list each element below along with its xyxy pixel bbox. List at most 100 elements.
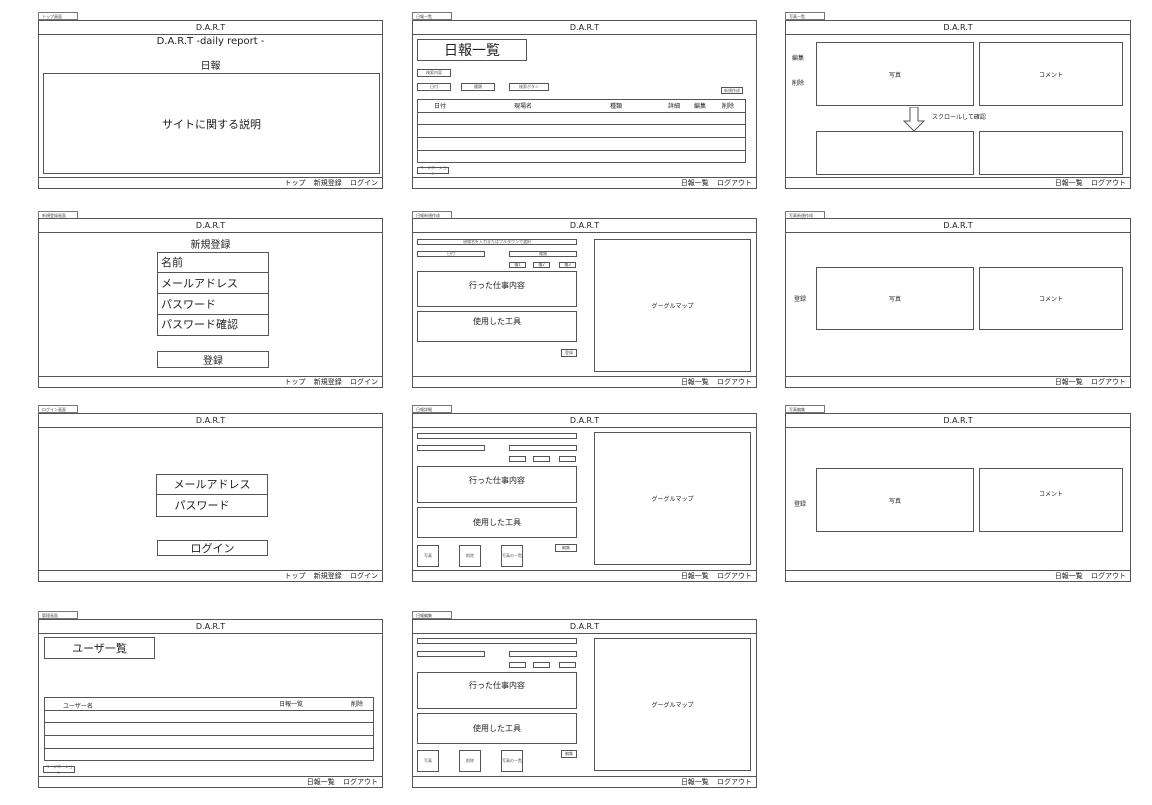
work-content-display: 行った仕事内容 (417, 466, 577, 503)
work-content-field[interactable]: 行った仕事内容 (417, 672, 577, 709)
comment-field[interactable]: コメント (979, 267, 1123, 330)
photo-upload[interactable]: 写真 (816, 267, 974, 330)
nav-top-link[interactable]: トップ (285, 572, 306, 580)
email-field[interactable]: メールアドレス (158, 273, 268, 294)
kind-chip (533, 456, 550, 462)
edit-button[interactable]: 編集 (555, 544, 577, 552)
kind-chip[interactable] (509, 662, 526, 668)
work-content-field[interactable]: 行った仕事内容 (417, 271, 577, 307)
nav-logout-link[interactable]: ログアウト (1091, 378, 1126, 386)
new-report-button[interactable]: 新規作成 (721, 87, 743, 94)
date-input[interactable] (417, 651, 485, 657)
nav-top-link[interactable]: トップ (285, 179, 306, 187)
date-input[interactable]: 日付 (417, 251, 485, 257)
save-edit-button[interactable]: 編集 (561, 750, 577, 758)
photo-button[interactable]: 写真 (417, 750, 439, 772)
table-row (418, 150, 745, 151)
nav-login-link[interactable]: ログイン (350, 179, 378, 187)
photo-list-button[interactable]: 写真の一覧 (501, 545, 523, 567)
photo-upload[interactable]: 写真 (816, 468, 974, 532)
kind-input[interactable] (509, 651, 577, 657)
site-name-input[interactable]: 現場名を入力またはプルダウンで選択 (417, 239, 577, 245)
col-edit: 編集 (694, 103, 707, 110)
nav-reports-link[interactable]: 日報一覧 (1055, 179, 1083, 187)
nav-logout-link[interactable]: ログアウト (343, 778, 378, 786)
footer-nav: トップ 新規登録 ログイン (39, 376, 382, 387)
screen-photo-list: D.A.R.T 編集 削除 写真 コメント スクロールして確認 日報一覧 ログア… (785, 20, 1131, 189)
nav-login-link[interactable]: ログイン (350, 572, 378, 580)
nav-register-link[interactable]: 新規登録 (314, 572, 342, 580)
google-map[interactable]: グーグルマップ (594, 432, 751, 565)
name-field[interactable]: 名前 (158, 253, 268, 273)
kind-input[interactable]: 種類 (509, 251, 577, 257)
screen-top: D.A.R.T D.A.R.T -daily report - 日報 サイトに関… (38, 20, 383, 189)
delete-button[interactable]: 削除 (459, 545, 481, 567)
col-user-name: ユーザー名 (63, 703, 93, 710)
delete-button[interactable]: 削除 (459, 750, 481, 772)
footer-nav: 日報一覧 ログアウト (413, 177, 756, 188)
nav-reports-link[interactable]: 日報一覧 (1055, 378, 1083, 386)
nav-logout-link[interactable]: ログアウト (1091, 179, 1126, 187)
nav-reports-link[interactable]: 日報一覧 (681, 179, 709, 187)
register-button[interactable]: 登録 (157, 351, 269, 368)
nav-reports-link[interactable]: 日報一覧 (1055, 572, 1083, 580)
tools-used-field[interactable]: 使用した工具 (417, 311, 577, 342)
photo-button[interactable]: 写真 (417, 545, 439, 567)
search-button[interactable]: 検索ボタン (509, 83, 549, 91)
login-button[interactable]: ログイン (157, 540, 268, 556)
nav-reports-link[interactable]: 日報一覧 (681, 778, 709, 786)
pagination[interactable]: ページネーション (43, 764, 75, 775)
nav-logout-link[interactable]: ログアウト (717, 179, 752, 187)
password-field[interactable]: パスワード (157, 495, 267, 516)
nav-logout-link[interactable]: ログアウト (1091, 572, 1126, 580)
type-filter[interactable]: 種類 (461, 83, 495, 91)
kind-chip[interactable]: 種2 (533, 262, 550, 268)
register-link[interactable]: 登録 (794, 294, 806, 303)
password-confirm-field[interactable]: パスワード確認 (158, 315, 268, 335)
nav-register-link[interactable]: 新規登録 (314, 378, 342, 386)
kind-chip[interactable] (533, 662, 550, 668)
nav-top-link[interactable]: トップ (285, 378, 306, 386)
password-field[interactable]: パスワード (158, 294, 268, 315)
nav-reports-link[interactable]: 日報一覧 (681, 378, 709, 386)
col-site: 現場名 (514, 103, 533, 110)
screen-photo-edit-tag: 写真編集 (785, 405, 825, 413)
footer-nav: 日報一覧 ログアウト (786, 570, 1130, 581)
table-row (45, 722, 373, 723)
signup-title: 新規登録 (190, 240, 231, 251)
nav-logout-link[interactable]: ログアウト (717, 572, 752, 580)
footer-nav: 日報一覧 ログアウト (413, 570, 756, 581)
kind-chip[interactable]: 種3 (559, 262, 576, 268)
site-description: サイトに関する説明 (43, 73, 380, 174)
login-form: メールアドレス パスワード (156, 474, 268, 517)
nav-logout-link[interactable]: ログアウト (717, 778, 752, 786)
nav-register-link[interactable]: 新規登録 (314, 179, 342, 187)
email-field[interactable]: メールアドレス (157, 475, 267, 495)
app-header: D.A.R.T (39, 21, 382, 35)
report-table: 日付 現場名 種類 詳細 編集 削除 (417, 99, 746, 163)
edit-link[interactable]: 編集 (792, 53, 804, 62)
google-map[interactable]: グーグルマップ (594, 239, 751, 372)
search-content-field[interactable]: 検索内容 (417, 69, 451, 77)
date-filter[interactable]: 日付 (417, 83, 451, 91)
register-link[interactable]: 登録 (794, 499, 806, 508)
nav-logout-link[interactable]: ログアウト (717, 378, 752, 386)
app-header: D.A.R.T (413, 21, 756, 35)
google-map[interactable]: グーグルマップ (594, 638, 751, 771)
kind-chip[interactable] (559, 662, 576, 668)
nav-reports-link[interactable]: 日報一覧 (307, 778, 335, 786)
comment-field[interactable]: コメント (979, 468, 1123, 532)
tools-used-field[interactable]: 使用した工具 (417, 713, 577, 744)
register-button[interactable]: 登録 (561, 349, 577, 357)
app-header: D.A.R.T (413, 414, 756, 428)
screen-top-tag: トップ画面 (38, 12, 78, 20)
app-header: D.A.R.T (39, 620, 382, 634)
pagination[interactable]: ページネーション (417, 165, 449, 176)
nav-reports-link[interactable]: 日報一覧 (681, 572, 709, 580)
delete-link[interactable]: 削除 (792, 78, 804, 87)
screen-login-tag: ログイン画面 (38, 405, 78, 413)
nav-login-link[interactable]: ログイン (350, 378, 378, 386)
site-name-input[interactable] (417, 638, 577, 644)
photo-list-button[interactable]: 写真の一覧 (501, 750, 523, 772)
kind-chip[interactable]: 種1 (509, 262, 526, 268)
